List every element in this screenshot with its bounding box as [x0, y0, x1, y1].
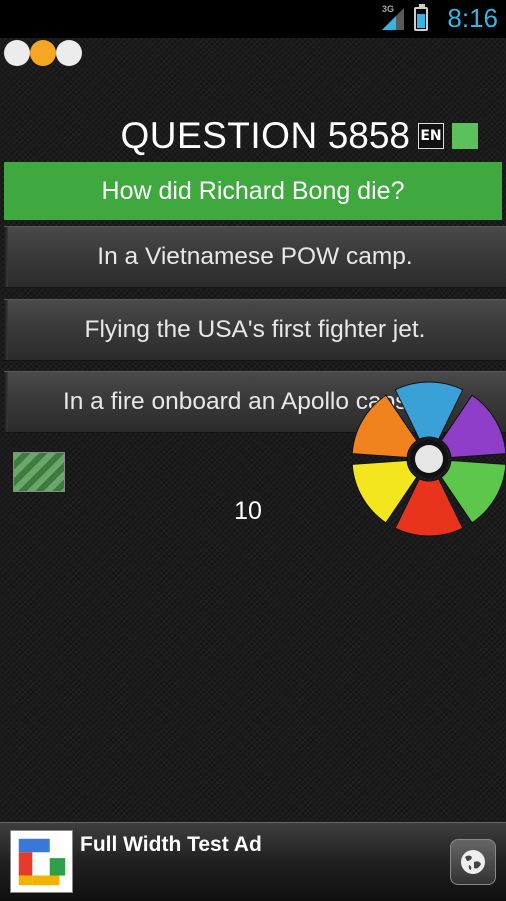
- category-indicator: [13, 452, 65, 492]
- ad-banner[interactable]: Full Width Test Ad: [0, 822, 506, 901]
- battery-icon: [414, 4, 428, 31]
- status-bar: 3G 8:16: [0, 0, 506, 38]
- google-logo-icon: [10, 830, 73, 893]
- progress-dot: [56, 40, 82, 66]
- globe-icon[interactable]: [450, 839, 496, 885]
- answer-button-2[interactable]: Flying the USA's first fighter jet.: [4, 299, 506, 361]
- question-label: QUESTION: [120, 115, 318, 156]
- question-header: QUESTION 5858 EN: [120, 115, 478, 157]
- signal-icon: [382, 8, 404, 30]
- countdown-timer: 10: [234, 497, 262, 525]
- clock: 8:16: [447, 3, 498, 33]
- ad-title[interactable]: Full Width Test Ad: [80, 833, 262, 857]
- language-flag-icon[interactable]: EN: [418, 123, 444, 149]
- progress-dot: [4, 40, 30, 66]
- answer-button-1[interactable]: In a Vietnamese POW camp.: [4, 226, 506, 288]
- category-wheel-icon[interactable]: [350, 380, 506, 538]
- question-number: 5858: [327, 115, 410, 156]
- question-status-indicator: [452, 123, 478, 149]
- progress-dots: [4, 40, 82, 66]
- progress-dot-active: [30, 40, 56, 66]
- question-text: How did Richard Bong die?: [4, 162, 502, 220]
